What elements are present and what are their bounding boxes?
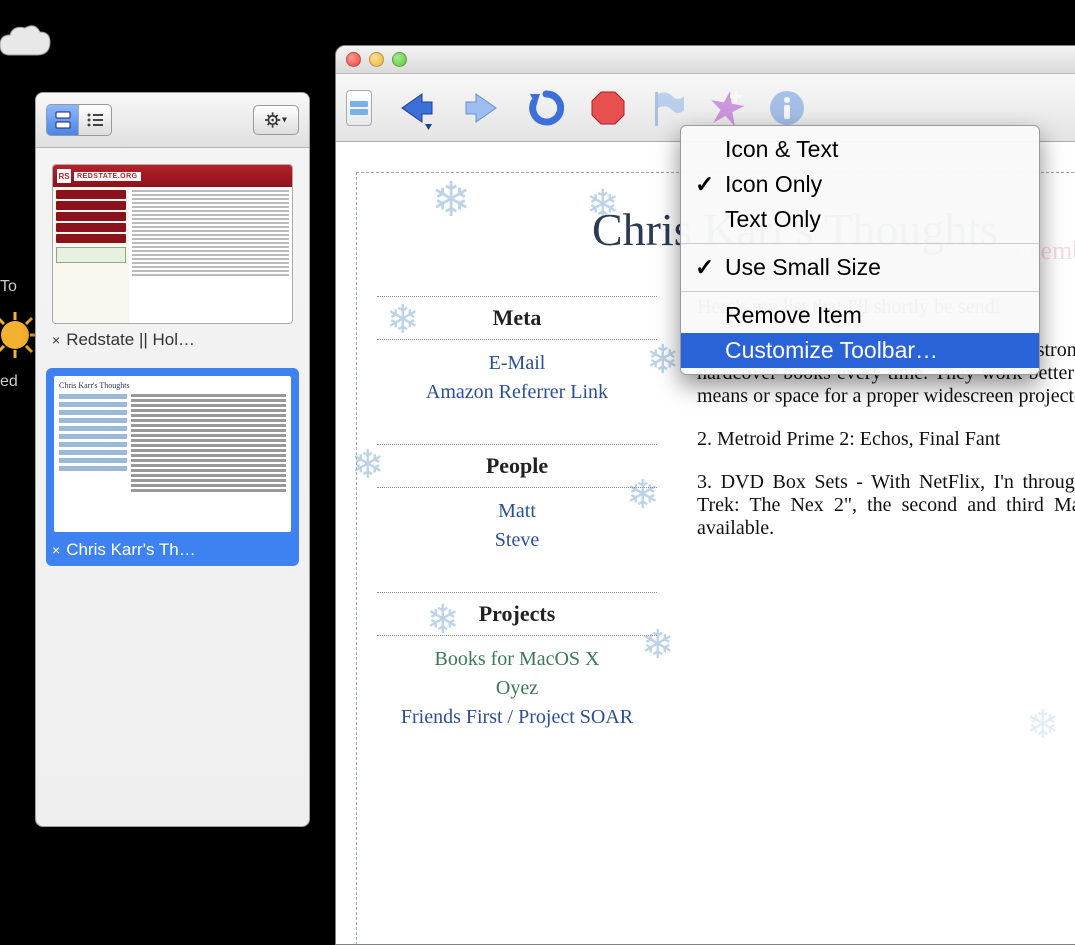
tab-options-button[interactable] [253, 105, 299, 135]
sidebar-section-projects: Projects Books for MacOS X Oyez Friends … [377, 592, 657, 729]
post-paragraph: 3. DVD Box Sets - With NetFlix, I'n thro… [697, 471, 1075, 540]
sidebar-section-people: People Matt Steve [377, 444, 657, 552]
window-close-button[interactable] [346, 52, 361, 67]
stop-icon [588, 88, 628, 128]
sidebar-link-steve[interactable]: Steve [377, 529, 657, 552]
menu-item-customize-toolbar[interactable]: Customize Toolbar… [681, 333, 1039, 368]
back-arrow-icon [394, 86, 438, 130]
sidebar-link-matt[interactable]: Matt [377, 500, 657, 523]
flag-icon [650, 88, 686, 128]
page-sidebar: Meta E-Mail Amazon Referrer Link People … [377, 296, 657, 769]
tab-drawer-panel: RSREDSTATE.ORG × Redstate || Hol… Chris … [35, 92, 310, 827]
list-icon [86, 112, 104, 128]
tab-thumbnail: Chris Karr's Thoughts [52, 374, 293, 534]
tab-drawer-toolbar [36, 93, 309, 148]
menu-item-use-small-size[interactable]: Use Small Size [681, 250, 1039, 285]
tab-item-chriskarr[interactable]: Chris Karr's Thoughts × Chris Karr's Th… [46, 368, 299, 566]
sidebar-section-meta: Meta E-Mail Amazon Referrer Link [377, 296, 657, 404]
menu-item-icon-only[interactable]: Icon Only [681, 167, 1039, 202]
window-zoom-button[interactable] [392, 52, 407, 67]
thumbnail-icon [55, 111, 71, 129]
flag-button[interactable] [650, 88, 686, 128]
view-mode-segmented [46, 104, 112, 136]
tab-list: RSREDSTATE.ORG × Redstate || Hol… Chris … [36, 148, 309, 576]
forward-button[interactable] [460, 86, 504, 130]
back-button[interactable] [394, 86, 438, 130]
menu-separator [681, 243, 1039, 244]
sidebar-link-books-macosx[interactable]: Books for MacOS X [377, 648, 657, 671]
weather-sun-icon [0, 310, 40, 365]
menu-separator [681, 291, 1039, 292]
bookmark-add-icon [708, 89, 746, 127]
menu-item-text-only[interactable]: Text Only [681, 202, 1039, 237]
toolbar-context-menu: Icon & Text Icon Only Text Only Use Smal… [680, 125, 1040, 375]
bookmark-button[interactable] [708, 89, 746, 127]
window-minimize-button[interactable] [369, 52, 384, 67]
sidebar-link-amazon[interactable]: Amazon Referrer Link [377, 381, 657, 404]
desktop-label-wed: ed [0, 373, 18, 391]
tab-item-redstate[interactable]: RSREDSTATE.ORG × Redstate || Hol… [46, 158, 299, 356]
reload-icon [526, 88, 566, 128]
sidebar-heading: People [377, 444, 657, 488]
tab-title-label: Chris Karr's Th… [66, 540, 196, 560]
sidebar-heading: Projects [377, 592, 657, 636]
weather-cloud-icon [0, 20, 55, 75]
tab-close-button[interactable]: × [52, 332, 60, 348]
sidebar-link-friendsfirst[interactable]: Friends First / Project SOAR [377, 706, 657, 729]
info-button[interactable] [768, 89, 806, 127]
sidebar-heading: Meta [377, 296, 657, 340]
reload-button[interactable] [526, 88, 566, 128]
thumbnail-view-button[interactable] [47, 105, 79, 135]
forward-arrow-icon [460, 86, 504, 130]
stop-button[interactable] [588, 88, 628, 128]
post-paragraph: 2. Metroid Prime 2: Echos, Final Fant [697, 428, 1075, 451]
window-titlebar[interactable] [336, 46, 1075, 74]
gear-icon [265, 111, 287, 129]
tab-title-label: Redstate || Hol… [66, 330, 195, 350]
tab-thumbnail: RSREDSTATE.ORG [52, 164, 293, 324]
tab-close-button[interactable]: × [52, 542, 60, 558]
toggle-drawer-button[interactable] [346, 90, 372, 126]
menu-item-remove[interactable]: Remove Item [681, 298, 1039, 333]
menu-item-icon-and-text[interactable]: Icon & Text [681, 132, 1039, 167]
list-view-button[interactable] [79, 105, 111, 135]
info-icon [768, 89, 806, 127]
sidebar-link-oyez[interactable]: Oyez [377, 677, 657, 700]
desktop-label-today: To [0, 278, 17, 296]
sidebar-link-email[interactable]: E-Mail [377, 352, 657, 375]
